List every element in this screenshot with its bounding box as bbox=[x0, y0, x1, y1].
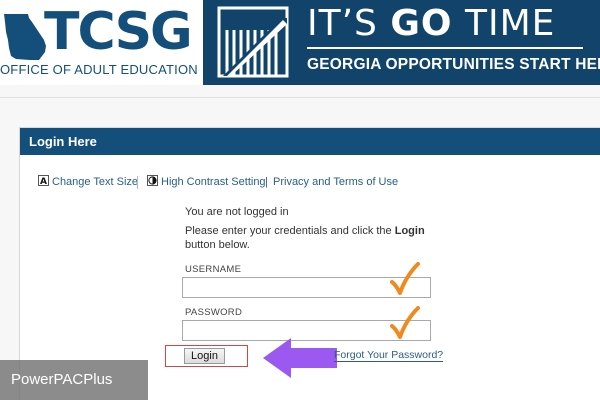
tcsg-logo: TCSG OFFICE OF ADULT EDUCATION bbox=[0, 0, 200, 85]
contrast-icon bbox=[147, 175, 158, 186]
text-size-icon: A bbox=[38, 175, 49, 186]
username-label: USERNAME bbox=[185, 264, 242, 275]
privacy-terms-link[interactable]: Privacy and Terms of Use bbox=[273, 175, 398, 191]
change-text-size-link[interactable]: A Change Text Size bbox=[38, 175, 138, 191]
arrow-left-icon bbox=[263, 338, 337, 378]
tcsg-logo-text: TCSG bbox=[44, 2, 193, 62]
toolbar-separator bbox=[137, 176, 138, 189]
panel-title: Login Here bbox=[20, 128, 600, 155]
campaign-title: IT’S GO TIME bbox=[307, 3, 556, 44]
divider bbox=[0, 97, 600, 98]
login-button[interactable]: Login bbox=[184, 348, 225, 364]
forgot-password-link[interactable]: Forgot Your Password? bbox=[334, 349, 444, 362]
checkmark-icon bbox=[390, 262, 420, 295]
password-label: PASSWORD bbox=[185, 307, 243, 318]
login-instructions: Please enter your credentials and click … bbox=[185, 225, 425, 251]
campaign-subtitle: GEORGIA OPPORTUNITIES START HERE bbox=[307, 56, 600, 73]
campaign-divider bbox=[307, 47, 583, 49]
login-status: You are not logged in bbox=[185, 206, 289, 218]
campaign-banner: IT’S GO TIME GEORGIA OPPORTUNITIES START… bbox=[203, 0, 600, 85]
svg-text:A: A bbox=[40, 177, 47, 186]
georgia-map-icon bbox=[4, 14, 46, 60]
high-contrast-link[interactable]: High Contrast Setting bbox=[147, 175, 266, 191]
product-watermark: PowerPACPlus bbox=[0, 360, 148, 400]
checkmark-icon bbox=[390, 306, 420, 339]
org-subtitle: OFFICE OF ADULT EDUCATION bbox=[0, 62, 198, 77]
toolbar-pipe: | bbox=[265, 176, 268, 188]
header-banner: TCSG OFFICE OF ADULT EDUCATION IT’S GO T… bbox=[0, 0, 600, 85]
stripes-logo-icon bbox=[217, 6, 289, 78]
